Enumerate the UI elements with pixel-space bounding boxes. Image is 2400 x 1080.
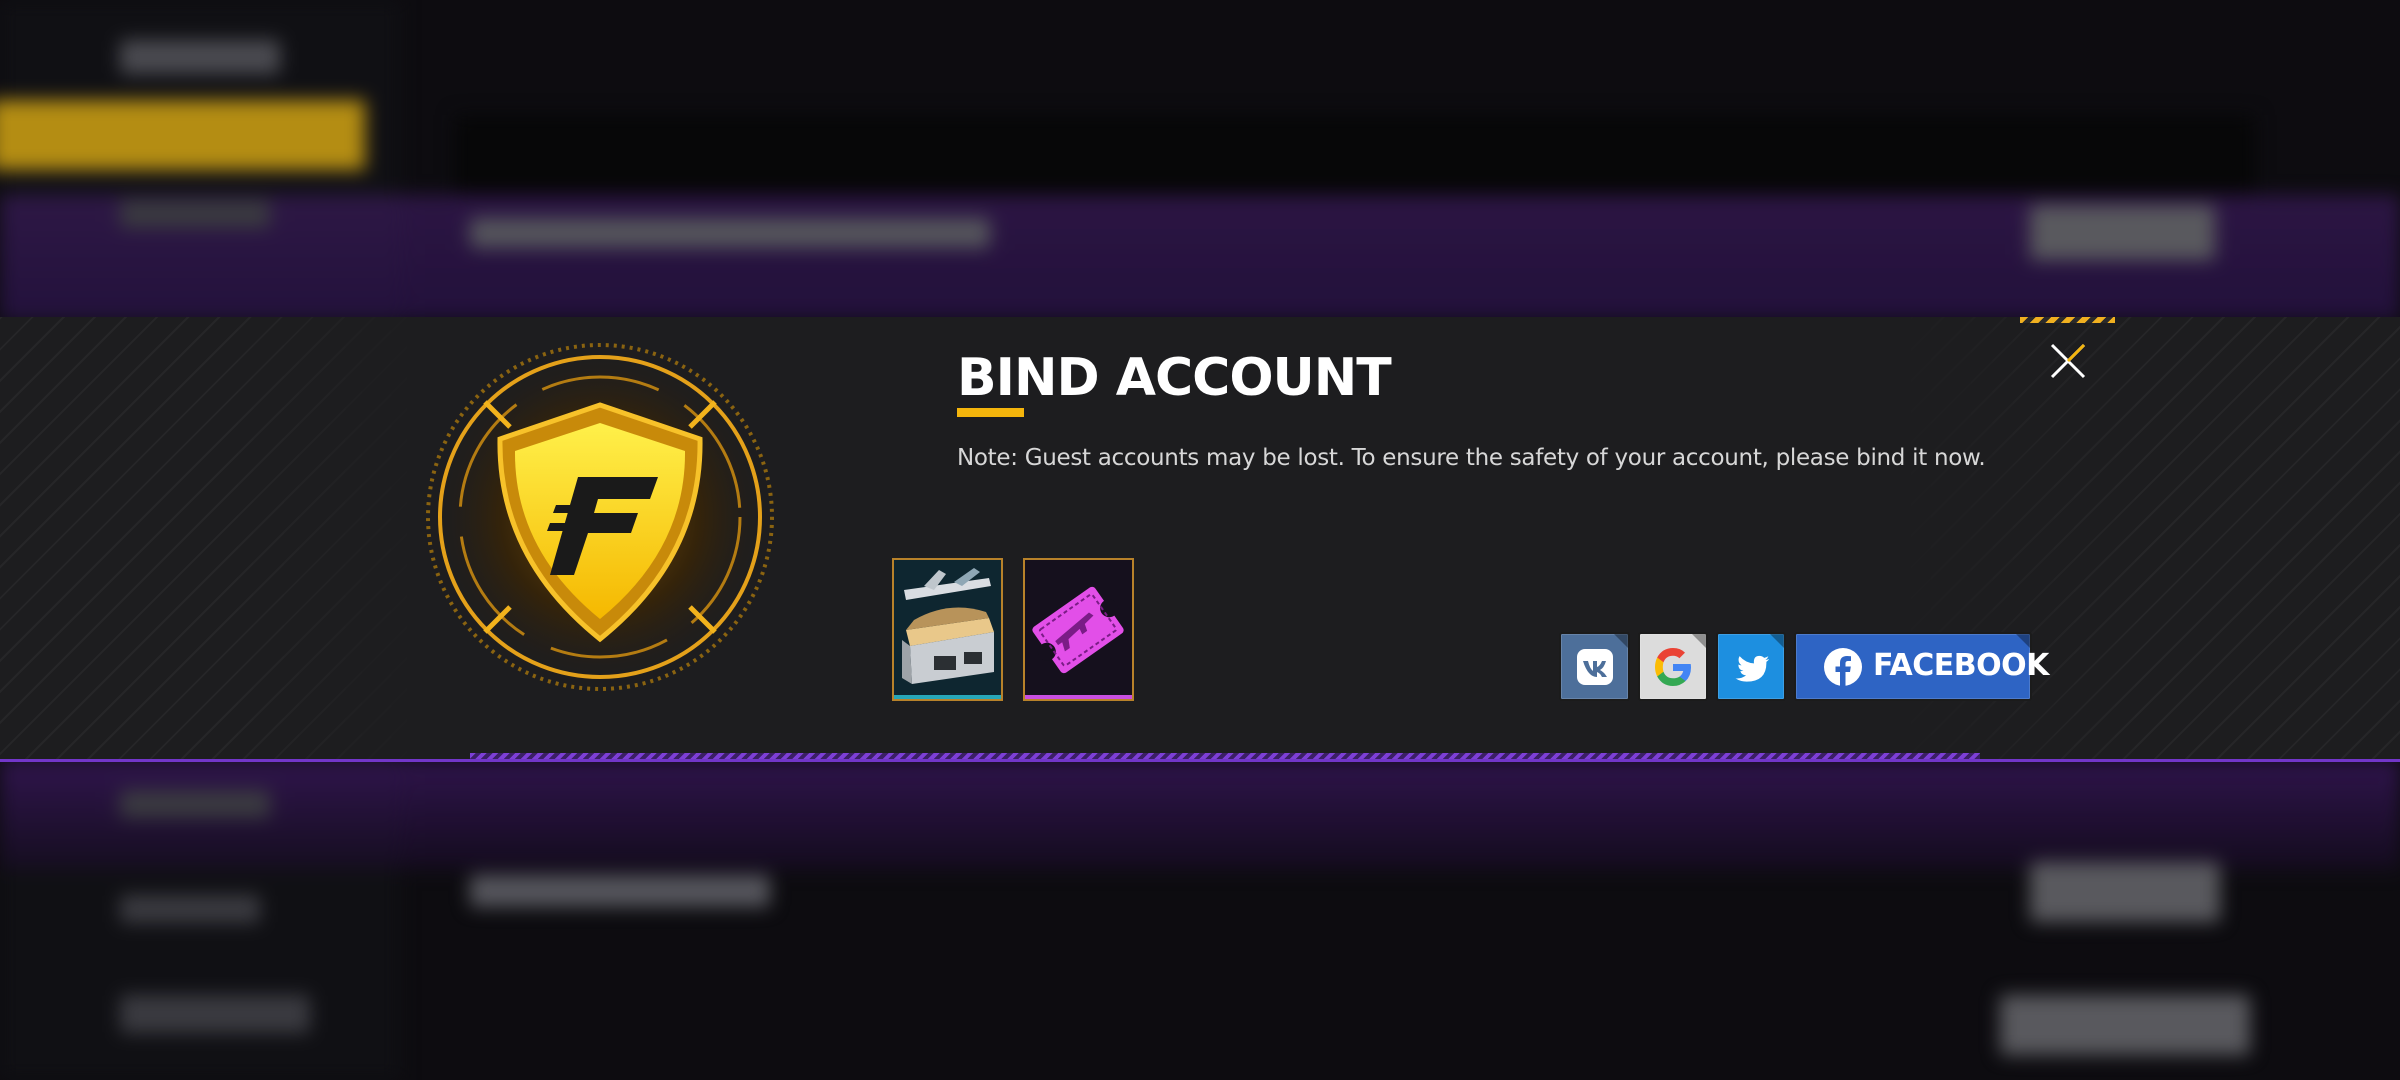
rarity-bar bbox=[1025, 695, 1132, 699]
title-underline bbox=[957, 408, 1024, 417]
facebook-button-label: FACEBOOK bbox=[1873, 648, 2049, 683]
bg-blob-4 bbox=[470, 875, 770, 907]
rarity-bar bbox=[894, 695, 1001, 699]
emblem-letter: F bbox=[600, 327, 601, 328]
bg-button-1 bbox=[2030, 205, 2215, 260]
crate-with-rifle-icon bbox=[894, 560, 1001, 699]
bind-facebook-button[interactable]: FACEBOOK bbox=[1794, 632, 2049, 701]
bg-button-3 bbox=[2000, 995, 2250, 1055]
bg-blob-3 bbox=[470, 218, 990, 248]
google-logo-icon bbox=[1655, 647, 1691, 686]
twitter-bird-icon bbox=[1735, 655, 1770, 682]
bind-twitter-button[interactable] bbox=[1716, 632, 1786, 701]
bg-blob-2 bbox=[120, 200, 270, 228]
dialog-title: BIND ACCOUNT bbox=[957, 348, 1392, 408]
bg-sidebar-active-item bbox=[0, 100, 365, 170]
bg-blob-7 bbox=[120, 995, 310, 1033]
bg-purple-band-bottom bbox=[0, 760, 2400, 870]
corner-fold bbox=[1692, 634, 1706, 648]
bg-blob-6 bbox=[120, 895, 260, 923]
corner-fold bbox=[1614, 634, 1628, 648]
hazard-stripe bbox=[2020, 317, 2115, 323]
reward-weapon-voucher[interactable] bbox=[1023, 558, 1134, 701]
facebook-logo-icon bbox=[1824, 648, 1862, 686]
bind-vk-button[interactable] bbox=[1559, 632, 1630, 701]
close-icon[interactable] bbox=[2043, 336, 2093, 386]
pink-gun-ticket-icon bbox=[1025, 560, 1132, 699]
bg-header-bar bbox=[455, 115, 2255, 195]
bg-button-2 bbox=[2030, 862, 2220, 922]
corner-fold bbox=[2016, 634, 2030, 648]
dialog-note: Note: Guest accounts may be lost. To ens… bbox=[957, 445, 1986, 471]
vk-logo-icon bbox=[1576, 648, 1613, 685]
bind-google-button[interactable] bbox=[1638, 632, 1708, 701]
bind-account-dialog: F BIND ACCOUNT Note: Guest accounts may … bbox=[0, 317, 2400, 762]
bottom-accent-line bbox=[0, 759, 2400, 762]
reward-weapon-crate[interactable] bbox=[892, 558, 1003, 701]
free-fire-shield-emblem-icon: F bbox=[420, 327, 780, 697]
bg-blob-1 bbox=[120, 40, 280, 74]
bg-blob-5 bbox=[120, 790, 270, 818]
decor-lines-left bbox=[0, 317, 430, 762]
corner-fold bbox=[1770, 634, 1784, 648]
